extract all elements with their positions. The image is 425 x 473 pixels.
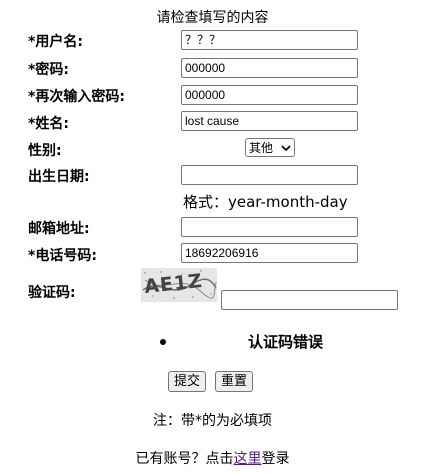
password-confirm-label: *再次输入密码: <box>28 89 125 105</box>
login-suffix: 登录 <box>261 451 290 467</box>
login-prefix: 已有账号？点击 <box>135 451 234 467</box>
captcha-glyphs: AE1Z <box>143 270 204 298</box>
name-input[interactable]: lost cause <box>181 111 358 131</box>
birthday-input[interactable] <box>181 165 358 185</box>
login-link[interactable]: 这里 <box>234 451 262 467</box>
error-list: 认证码错误 <box>160 331 323 352</box>
name-label: *姓名: <box>28 116 69 132</box>
captcha-label: 验证码: <box>28 285 76 301</box>
page-header: 请检查填写的内容 <box>156 10 269 26</box>
gender-select[interactable]: 其他 <box>245 138 295 157</box>
password-input[interactable]: 000000 <box>181 58 358 78</box>
password-label: *密码: <box>28 62 69 78</box>
gender-label: 性别: <box>28 143 62 159</box>
login-prompt: 已有账号？点击这里登录 <box>0 448 425 468</box>
username-label: *用户名: <box>28 34 83 50</box>
email-label: 邮箱地址: <box>28 221 90 237</box>
phone-input[interactable]: 18692206916 <box>181 243 358 263</box>
username-input[interactable]: ？？？ <box>181 30 358 50</box>
gender-selected: 其他 <box>249 141 274 155</box>
birthday-format-hint: 格式：year-month-day <box>183 193 348 211</box>
captcha-image[interactable]: AE1Z <box>141 268 217 302</box>
bullet-icon <box>160 338 166 345</box>
required-note: 注：带*的为必填项 <box>153 413 272 429</box>
phone-label: *电话号码: <box>28 248 97 264</box>
submit-button[interactable]: 提交 <box>168 371 207 392</box>
captcha-input[interactable] <box>221 290 398 310</box>
error-message: 认证码错误 <box>248 333 324 351</box>
chevron-down-icon <box>281 144 291 151</box>
captcha-text: AE1Z <box>143 270 204 298</box>
birthday-label: 出生日期: <box>28 169 90 185</box>
email-input[interactable] <box>181 217 358 237</box>
reset-button[interactable]: 重置 <box>215 371 254 392</box>
password-confirm-input[interactable]: 000000 <box>181 85 358 105</box>
